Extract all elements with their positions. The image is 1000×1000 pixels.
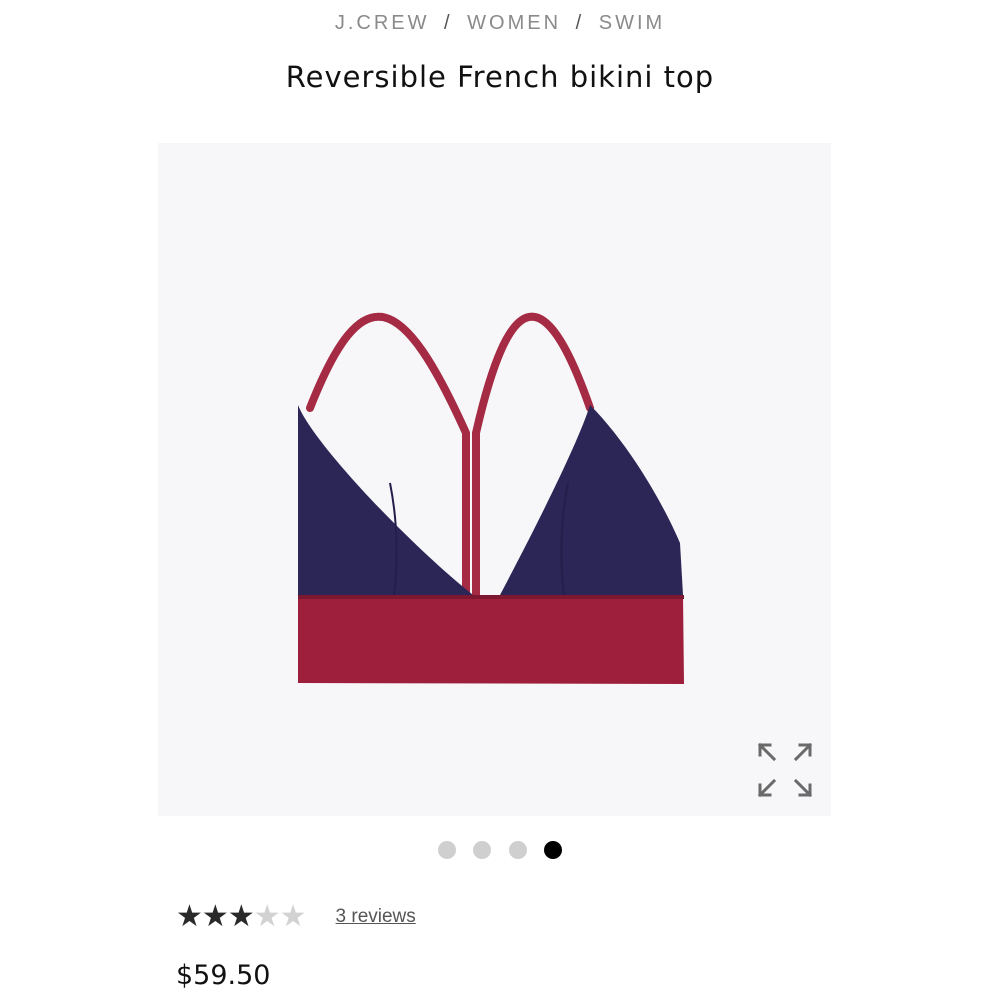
- star-full-icon: ★: [201, 899, 229, 934]
- product-image-panel[interactable]: [158, 143, 831, 816]
- expand-arrows-icon[interactable]: [756, 741, 814, 799]
- breadcrumb: J.CREW / WOMEN / SWIM: [0, 12, 1000, 35]
- star-rating: ★★★★★: [176, 899, 307, 934]
- band: [298, 595, 684, 684]
- right-cup: [500, 405, 683, 595]
- breadcrumb-subcategory[interactable]: SWIM: [599, 12, 665, 34]
- breadcrumb-category[interactable]: WOMEN: [467, 12, 561, 34]
- product-image: [298, 312, 684, 684]
- product-page: J.CREW / WOMEN / SWIM Reversible French …: [0, 0, 1000, 1000]
- left-cup: [298, 405, 473, 595]
- breadcrumb-separator: /: [444, 12, 453, 34]
- star-empty-icon: ★: [279, 899, 307, 934]
- star-full-icon: ★: [227, 899, 255, 934]
- carousel-dots: [0, 839, 1000, 859]
- carousel-dot-2[interactable]: [473, 840, 492, 859]
- carousel-dot-3[interactable]: [508, 840, 527, 859]
- carousel-dot-4[interactable]: [543, 840, 562, 859]
- product-price: $59.50: [176, 960, 271, 991]
- star-full-icon: ★: [176, 899, 203, 934]
- rating: ★★★★★ 3 reviews: [176, 900, 416, 934]
- breadcrumb-brand[interactable]: J.CREW: [335, 12, 430, 34]
- product-title: Reversible French bikini top: [285, 60, 715, 94]
- breadcrumb-separator: /: [575, 12, 585, 34]
- carousel-dot-1[interactable]: [438, 840, 457, 859]
- star-empty-icon: ★: [253, 899, 281, 934]
- reviews-link[interactable]: 3 reviews: [336, 906, 416, 928]
